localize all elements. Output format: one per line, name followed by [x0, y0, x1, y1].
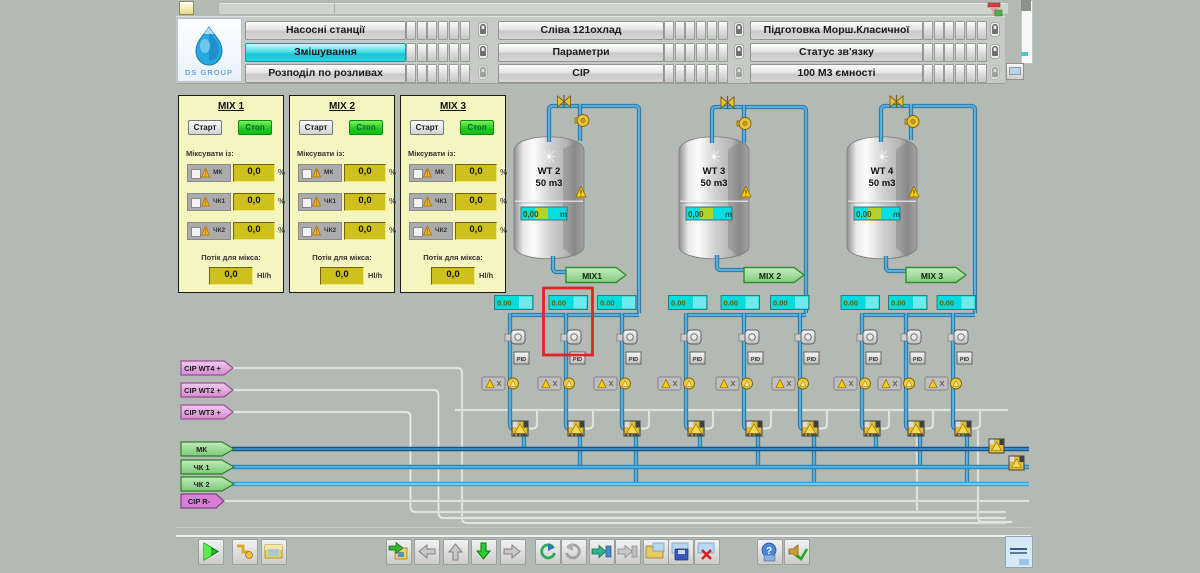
- svg-text:50 m3: 50 m3: [701, 178, 728, 189]
- svg-text:m: m: [725, 210, 732, 219]
- svg-text:MIX 3: MIX 3: [921, 271, 943, 281]
- svg-text:PID: PID: [913, 357, 922, 363]
- svg-text:PID: PID: [573, 357, 582, 363]
- svg-text:WT 3: WT 3: [703, 166, 726, 177]
- svg-text:PID: PID: [693, 357, 702, 363]
- svg-text:ЧК 1: ЧК 1: [193, 463, 209, 472]
- svg-text:МК: МК: [196, 445, 207, 454]
- svg-text:CIP WT4 +: CIP WT4 +: [184, 364, 221, 373]
- svg-text:CIP R-: CIP R-: [188, 497, 211, 506]
- svg-text:0.00: 0.00: [497, 299, 512, 308]
- svg-text:0,00: 0,00: [856, 210, 872, 219]
- svg-text:PID: PID: [751, 357, 760, 363]
- svg-text:PID: PID: [629, 357, 638, 363]
- svg-text:0.00: 0.00: [940, 299, 955, 308]
- svg-text:50 m3: 50 m3: [869, 178, 896, 189]
- svg-text:PID: PID: [869, 357, 878, 363]
- svg-text:CIP WT2 +: CIP WT2 +: [184, 386, 221, 395]
- svg-text:m: m: [893, 210, 900, 219]
- svg-text:WT 4: WT 4: [871, 166, 894, 177]
- svg-text:CIP WT3 +: CIP WT3 +: [184, 408, 221, 417]
- svg-text:0.00: 0.00: [891, 299, 906, 308]
- svg-text:0.00: 0.00: [600, 299, 615, 308]
- svg-text:PID: PID: [960, 357, 969, 363]
- svg-text:0.00: 0.00: [552, 299, 567, 308]
- svg-text:0.00: 0.00: [724, 299, 739, 308]
- svg-text:0.00: 0.00: [844, 299, 859, 308]
- svg-text:WT 2: WT 2: [538, 166, 561, 177]
- svg-text:0.00: 0.00: [773, 299, 788, 308]
- svg-text:m: m: [560, 210, 567, 219]
- svg-text:0.00: 0.00: [671, 299, 686, 308]
- svg-text:MIX1: MIX1: [582, 271, 602, 281]
- svg-text:PID: PID: [807, 357, 816, 363]
- svg-text:0,00: 0,00: [688, 210, 704, 219]
- svg-text:PID: PID: [517, 357, 526, 363]
- svg-text:ЧК 2: ЧК 2: [193, 480, 209, 489]
- svg-text:50 m3: 50 m3: [536, 178, 563, 189]
- svg-text:MIX 2: MIX 2: [759, 271, 781, 281]
- svg-text:0,00: 0,00: [523, 210, 539, 219]
